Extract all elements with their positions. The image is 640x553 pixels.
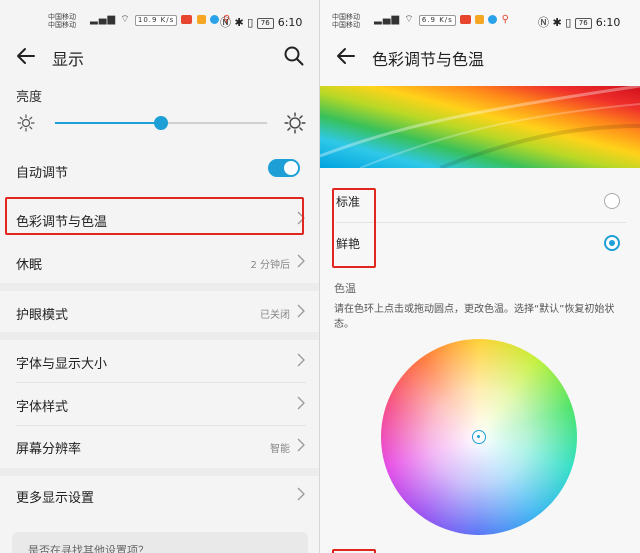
- highlight-box: [332, 549, 376, 553]
- highlight-box: [5, 197, 304, 235]
- row-value: 2 分钟后: [250, 260, 290, 271]
- nfc-icon: Ⓝ: [538, 16, 549, 29]
- color-temperature-panel: 中国移动 中国移动 ▂▄▆ ⌔ 6.9 K/s ⚲ Ⓝ ✱ ▯ 76 6:10 色…: [320, 0, 640, 553]
- status-icons: ▂▄▆ ⌔ 10.9 K/s ⚲: [90, 13, 231, 26]
- network-speed: 6.9 K/s: [418, 15, 456, 26]
- settings-row-sleep[interactable]: 休眠 2 分钟后: [0, 240, 320, 282]
- carrier-label: 中国移动 中国移动: [48, 13, 76, 29]
- radio-vivid[interactable]: [604, 235, 620, 251]
- battery-icon: 76: [574, 17, 592, 29]
- row-value: 智能: [270, 444, 290, 455]
- brightness-label: 亮度: [16, 90, 43, 105]
- location-icon: ⚲: [501, 14, 510, 25]
- status-right: Ⓝ ✱ ▯ 76 6:10: [538, 14, 620, 30]
- app-notification-icon: [196, 14, 206, 24]
- radio-dot: [609, 240, 615, 246]
- settings-row-font-style[interactable]: 字体样式: [0, 383, 320, 425]
- carrier-bottom: 中国移动: [332, 21, 360, 29]
- chevron-right-icon: [297, 396, 305, 410]
- chevron-right-icon: [297, 254, 305, 268]
- status-bar: 中国移动 中国移动 ▂▄▆ ⌔ 6.9 K/s ⚲ Ⓝ ✱ ▯ 76 6:10: [320, 0, 640, 40]
- color-wheel[interactable]: [381, 339, 577, 535]
- highlight-box: [332, 188, 376, 268]
- section-gap: [0, 332, 320, 340]
- carrier-top: 中国移动: [332, 13, 360, 21]
- page-title: 色彩调节与色温: [372, 50, 485, 69]
- suggestion-text: 是否在寻找其他设置项？: [28, 544, 149, 553]
- carrier-label: 中国移动 中国移动: [332, 13, 360, 29]
- back-arrow-icon[interactable]: [334, 44, 358, 68]
- battery-icon: 76: [256, 17, 274, 29]
- vibrate-icon: ▯: [565, 16, 572, 29]
- status-icons: ▂▄▆ ⌔ 6.9 K/s ⚲: [374, 13, 510, 26]
- brightness-slider-fill: [55, 122, 161, 124]
- page-title: 显示: [52, 50, 85, 69]
- row-label: 护眼模式: [16, 308, 69, 323]
- brightness-slider[interactable]: [55, 116, 267, 130]
- chevron-right-icon: [297, 487, 305, 501]
- row-label: 字体与显示大小: [16, 357, 108, 372]
- row-label: 字体样式: [16, 400, 69, 415]
- preview-image: [320, 86, 640, 168]
- app-notification-icon: [475, 14, 485, 24]
- color-temp-label: 色温: [334, 282, 356, 295]
- settings-row-resolution[interactable]: 屏幕分辨率 智能: [0, 426, 320, 468]
- suggestion-card[interactable]: 是否在寻找其他设置项？: [12, 532, 308, 553]
- settings-row-font-size[interactable]: 字体与显示大小: [0, 340, 320, 382]
- toggle-knob: [284, 161, 298, 175]
- back-arrow-icon[interactable]: [14, 44, 38, 68]
- chevron-right-icon: [297, 438, 305, 452]
- target-dot: [477, 435, 480, 438]
- app-notification-icon: [181, 14, 193, 24]
- app-bar: 显示: [0, 36, 320, 76]
- carrier-bottom: 中国移动: [48, 21, 76, 29]
- brightness-slider-thumb[interactable]: [154, 116, 168, 130]
- signal-icon: ▂▄▆: [90, 14, 117, 25]
- status-bar: 中国移动 中国移动 ▂▄▆ ⌔ 10.9 K/s ⚲ Ⓝ ✱ ▯ 76 6:10: [0, 0, 320, 40]
- radio-standard[interactable]: [604, 193, 620, 209]
- auto-adjust-label: 自动调节: [16, 166, 69, 181]
- row-label: 休眠: [16, 258, 43, 273]
- settings-row-more-display[interactable]: 更多显示设置: [0, 476, 320, 516]
- app-notification-icon: [460, 14, 471, 24]
- bluetooth-icon: ✱: [552, 16, 562, 29]
- wifi-icon: ⌔: [404, 14, 415, 25]
- row-value: 已关闭: [260, 310, 290, 321]
- carrier-top: 中国移动: [48, 13, 76, 21]
- row-label: 更多显示设置: [16, 491, 95, 506]
- clock: 6:10: [595, 16, 621, 29]
- color-temp-description: 请在色环上点击或拖动圆点，更改色温。选择“默认”恢复初始状态。: [334, 304, 615, 330]
- nfc-icon: Ⓝ: [220, 16, 231, 29]
- status-right: Ⓝ ✱ ▯ 76 6:10: [220, 14, 302, 30]
- app-notification-icon: [488, 14, 498, 24]
- bluetooth-icon: ✱: [234, 16, 244, 29]
- row-label: 屏幕分辨率: [16, 442, 82, 457]
- brightness-high-icon: [284, 112, 306, 134]
- auto-adjust-toggle[interactable]: [268, 159, 300, 177]
- chevron-right-icon: [297, 304, 305, 318]
- network-speed: 10.9 K/s: [134, 15, 178, 26]
- section-gap: [0, 283, 320, 291]
- color-wheel-target[interactable]: [472, 430, 486, 444]
- vibrate-icon: ▯: [247, 16, 254, 29]
- clock: 6:10: [277, 16, 303, 29]
- settings-row-eye-comfort[interactable]: 护眼模式 已关闭: [0, 291, 320, 331]
- brightness-low-icon: [17, 114, 35, 132]
- app-notification-icon: [209, 14, 219, 24]
- app-bar: 色彩调节与色温: [320, 36, 640, 76]
- section-gap: [0, 468, 320, 476]
- chevron-right-icon: [297, 353, 305, 367]
- signal-icon: ▂▄▆: [374, 14, 401, 25]
- search-icon[interactable]: [282, 44, 306, 68]
- display-settings-panel: 中国移动 中国移动 ▂▄▆ ⌔ 10.9 K/s ⚲ Ⓝ ✱ ▯ 76 6:10 …: [0, 0, 320, 553]
- wifi-icon: ⌔: [120, 14, 131, 25]
